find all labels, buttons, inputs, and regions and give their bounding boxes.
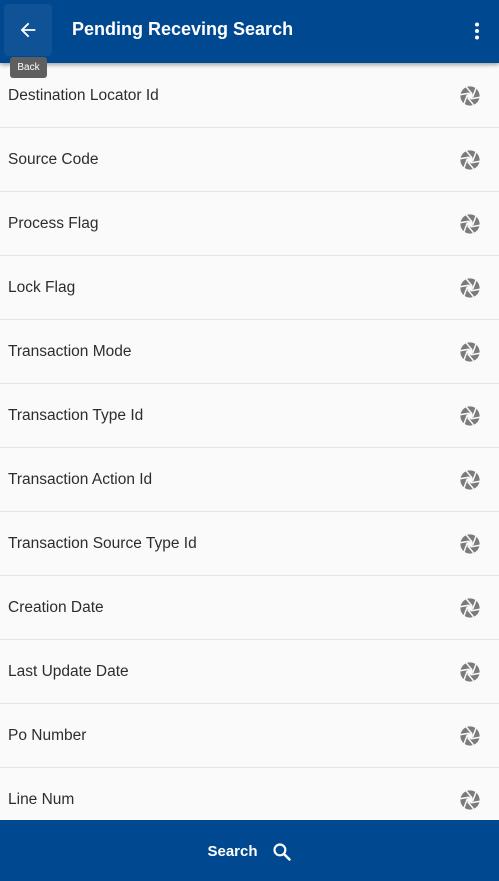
- aperture-icon[interactable]: [459, 533, 481, 555]
- aperture-icon[interactable]: [459, 661, 481, 683]
- page-title: Pending Receving Search: [72, 19, 294, 39]
- aperture-icon[interactable]: [459, 789, 481, 811]
- search-field-row[interactable]: Last Update Date: [0, 640, 499, 704]
- search-field-row[interactable]: Transaction Type Id: [0, 384, 499, 448]
- search-field-label: Transaction Action Id: [8, 470, 153, 488]
- search-field-row[interactable]: Process Flag: [0, 192, 499, 256]
- search-field-label: Lock Flag: [8, 278, 76, 296]
- search-button-label: Search: [207, 843, 258, 860]
- search-field-row[interactable]: Source Code: [0, 128, 499, 192]
- aperture-icon[interactable]: [459, 405, 481, 427]
- search-field-label: Transaction Mode: [8, 342, 132, 360]
- search-field-row[interactable]: Creation Date: [0, 576, 499, 640]
- aperture-icon[interactable]: [459, 277, 481, 299]
- search-field-list: Destination Locator Id Source Code Process…: [0, 64, 499, 832]
- aperture-icon[interactable]: [459, 725, 481, 747]
- aperture-icon[interactable]: [459, 341, 481, 363]
- arrow-left-icon: [20, 22, 36, 38]
- back-button[interactable]: [4, 4, 52, 56]
- search-field-label: Transaction Type Id: [8, 406, 144, 424]
- search-field-row[interactable]: Po Number: [0, 704, 499, 768]
- search-field-label: Transaction Source Type Id: [8, 534, 197, 552]
- search-field-row[interactable]: Lock Flag: [0, 256, 499, 320]
- aperture-icon[interactable]: [459, 597, 481, 619]
- search-field-label: Process Flag: [8, 214, 99, 232]
- search-field-row[interactable]: Transaction Mode: [0, 320, 499, 384]
- aperture-icon[interactable]: [459, 213, 481, 235]
- aperture-icon[interactable]: [459, 469, 481, 491]
- back-tooltip: Back: [10, 57, 47, 78]
- aperture-icon[interactable]: [459, 85, 481, 107]
- search-icon: [272, 842, 291, 861]
- more-vertical-icon: [475, 22, 479, 40]
- search-field-row[interactable]: Destination Locator Id: [0, 64, 499, 128]
- search-field-label: Po Number: [8, 726, 87, 744]
- search-field-row[interactable]: Transaction Source Type Id: [0, 512, 499, 576]
- bottom-action-bar: Search: [0, 820, 499, 881]
- search-field-label: Creation Date: [8, 598, 104, 616]
- aperture-icon[interactable]: [459, 149, 481, 171]
- search-field-row[interactable]: Transaction Action Id: [0, 448, 499, 512]
- search-field-label: Last Update Date: [8, 662, 129, 680]
- search-field-label: Source Code: [8, 150, 99, 168]
- search-field-label: Line Num: [8, 790, 75, 808]
- search-button[interactable]: Search: [207, 840, 291, 862]
- overflow-menu-button[interactable]: [463, 14, 491, 48]
- app-bar: Pending Receving Search: [0, 0, 499, 63]
- search-field-label: Destination Locator Id: [8, 86, 159, 104]
